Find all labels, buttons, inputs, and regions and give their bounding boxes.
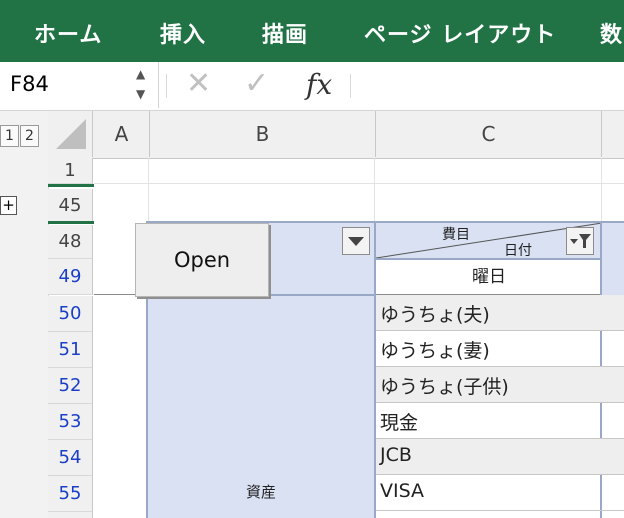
outline-level-1-button[interactable]: 1	[0, 125, 19, 147]
tab-draw[interactable]: 描画	[262, 17, 308, 49]
row-header-55[interactable]: 55	[48, 476, 93, 512]
data-cell[interactable]	[602, 439, 624, 475]
grid-row	[94, 158, 624, 184]
filter-icon	[570, 234, 591, 248]
row-header-52[interactable]: 52	[48, 368, 93, 404]
gridline	[374, 158, 375, 223]
header-top-label: 費目	[442, 227, 470, 243]
spin-up-icon[interactable]: ▲	[136, 68, 145, 80]
list-item[interactable]: 現金	[376, 403, 602, 439]
name-box-value: F84	[10, 72, 49, 96]
row-header-51[interactable]: 51	[48, 332, 93, 368]
list-item[interactable]: ゆうちょ(妻)	[376, 331, 602, 367]
outline-gutter: 1 2 +	[0, 111, 49, 518]
category-label: 資産	[246, 483, 277, 501]
tab-formulas[interactable]: 数	[600, 17, 623, 49]
expand-group-button[interactable]: +	[0, 196, 17, 215]
tab-home[interactable]: ホーム	[34, 17, 102, 49]
account-label: VISA	[380, 480, 425, 502]
hidden-rows-indicator	[48, 221, 94, 224]
gridline	[148, 158, 149, 223]
list-item[interactable]: JCB	[376, 439, 602, 475]
data-cell[interactable]	[602, 331, 624, 367]
column-headers: A B C	[48, 111, 624, 159]
row-header-48[interactable]: 48	[48, 225, 93, 259]
row-header-45[interactable]: 45	[48, 189, 93, 222]
tab-insert[interactable]: 挿入	[160, 17, 206, 49]
list-item[interactable]: VISA	[376, 475, 602, 511]
account-label: ゆうちょ(妻)	[380, 340, 490, 362]
filter-active-button[interactable]	[566, 227, 594, 255]
account-label: 現金	[380, 412, 419, 434]
enter-icon[interactable]: ✓	[244, 66, 269, 101]
account-label: JCB	[380, 444, 412, 466]
spin-down-icon[interactable]: ▼	[136, 88, 145, 100]
row-header-56[interactable]	[48, 512, 93, 518]
row-header-50[interactable]: 50	[48, 296, 93, 332]
ribbon-tab-bar: ホーム 挿入 描画 ページ レイアウト 数	[0, 0, 624, 62]
tab-page-layout[interactable]: ページ レイアウト	[364, 17, 556, 49]
table-header-cell-d[interactable]	[602, 223, 624, 295]
row-header-49[interactable]: 49	[48, 259, 93, 295]
account-label: ゆうちょ(子供)	[380, 376, 509, 398]
column-header-c[interactable]: C	[376, 111, 602, 157]
data-cell[interactable]	[602, 367, 624, 403]
list-item[interactable]: ゆうちょ(子供)	[376, 367, 602, 403]
select-all-button[interactable]	[48, 111, 93, 157]
data-cell[interactable]	[602, 403, 624, 439]
outline-level-2-button[interactable]: 2	[20, 125, 39, 147]
row-header-1[interactable]: 1	[48, 158, 93, 184]
dropdown-arrow-icon	[348, 237, 364, 246]
column-header-a[interactable]: A	[94, 111, 150, 157]
filter-dropdown-button[interactable]	[342, 227, 370, 255]
data-cell[interactable]	[602, 295, 624, 331]
divider	[350, 74, 351, 98]
worksheet: 1 2 + A B C 1 45 48 49 50 51 52 53 54 55…	[0, 111, 624, 518]
formula-bar: F84 ▲ ▼ ✕ ✓ fx	[0, 62, 624, 111]
header-bottom-label: 日付	[504, 243, 532, 259]
gridline	[601, 158, 602, 223]
list-item[interactable]: ゆうちょ(夫)	[376, 295, 602, 331]
name-box[interactable]: F84 ▲ ▼	[0, 62, 159, 108]
select-all-icon	[56, 119, 86, 149]
data-cell[interactable]	[602, 475, 624, 511]
row-header-53[interactable]: 53	[48, 404, 93, 440]
divider	[166, 74, 167, 98]
insert-function-icon[interactable]: fx	[306, 68, 332, 101]
row-header-54[interactable]: 54	[48, 440, 93, 476]
hidden-rows-indicator	[48, 184, 94, 187]
subheader-cell[interactable]: 曜日	[376, 260, 602, 294]
open-button[interactable]: Open	[135, 223, 269, 297]
account-label: ゆうちょ(夫)	[380, 304, 490, 326]
column-header-b[interactable]: B	[150, 111, 376, 157]
cancel-icon[interactable]: ✕	[186, 66, 211, 101]
